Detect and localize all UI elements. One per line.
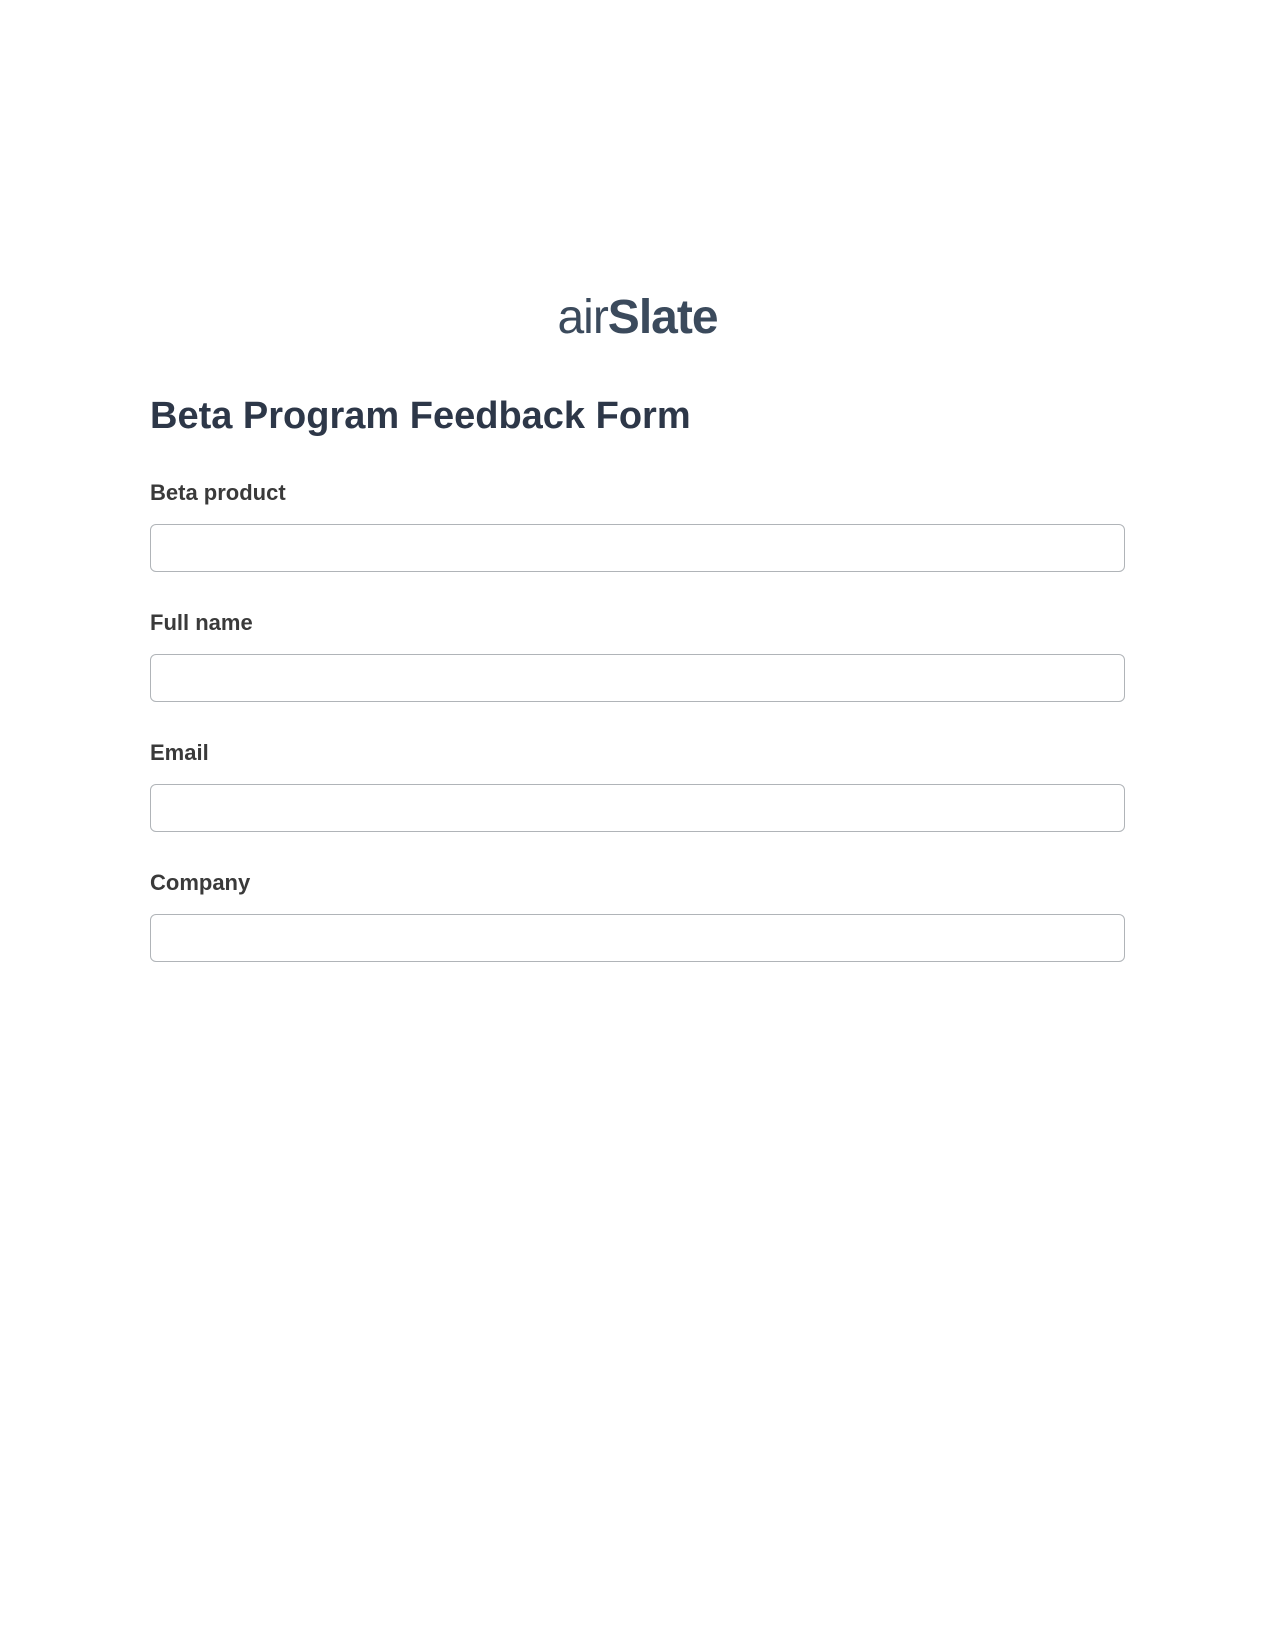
input-email[interactable] xyxy=(150,784,1125,832)
logo: airSlate xyxy=(150,290,1125,345)
input-beta-product[interactable] xyxy=(150,524,1125,572)
label-beta-product: Beta product xyxy=(150,480,1125,506)
logo-part-slate: Slate xyxy=(608,291,718,344)
label-email: Email xyxy=(150,740,1125,766)
field-full-name: Full name xyxy=(150,610,1125,702)
input-company[interactable] xyxy=(150,914,1125,962)
page-title: Beta Program Feedback Form xyxy=(150,395,1125,438)
field-company: Company xyxy=(150,870,1125,962)
field-email: Email xyxy=(150,740,1125,832)
label-full-name: Full name xyxy=(150,610,1125,636)
label-company: Company xyxy=(150,870,1125,896)
input-full-name[interactable] xyxy=(150,654,1125,702)
field-beta-product: Beta product xyxy=(150,480,1125,572)
logo-part-air: air xyxy=(557,291,607,344)
